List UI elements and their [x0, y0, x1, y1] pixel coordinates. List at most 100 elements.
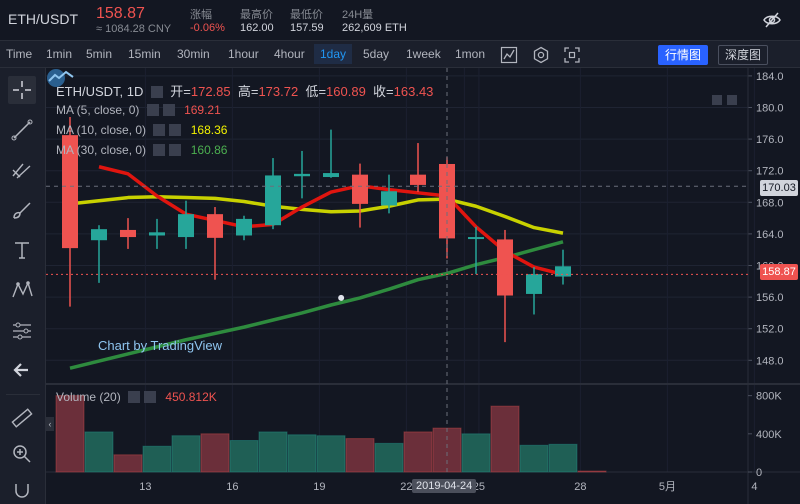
time-tick-label: 19	[313, 481, 325, 493]
eye-off-icon[interactable]	[762, 10, 782, 30]
volume-bar	[519, 444, 549, 473]
candle-up	[91, 229, 107, 241]
interval-4hour[interactable]: 4hour	[274, 47, 305, 61]
ma30-close-icon[interactable]	[169, 144, 182, 156]
ma30-settings-icon[interactable]	[153, 144, 166, 156]
candle-down	[352, 174, 368, 204]
interval-1hour[interactable]: 1hour	[228, 47, 259, 61]
ma30-marker	[338, 294, 345, 301]
back-tool[interactable]	[8, 356, 36, 384]
volume-tick-label: 0	[756, 467, 762, 479]
interval-30min[interactable]: 30min	[177, 47, 210, 61]
brush-icon	[13, 202, 31, 219]
price-tick-label: 164.0	[756, 229, 784, 241]
measure-tool[interactable]	[8, 316, 36, 344]
ma10-close-icon[interactable]	[169, 124, 182, 136]
volume-bar	[84, 431, 114, 473]
volume-bar	[229, 440, 259, 473]
magnet-icon	[15, 484, 29, 498]
measure-icon	[13, 322, 31, 340]
settings-icon[interactable]	[532, 46, 550, 64]
price-tick-label: 168.0	[756, 197, 784, 209]
volume-bar	[490, 405, 520, 473]
candle-up	[323, 173, 339, 178]
candle-up	[381, 191, 397, 206]
time-tick-label: 22	[400, 481, 412, 493]
ma10-settings-icon[interactable]	[153, 124, 166, 136]
interval-1min[interactable]: 1min	[46, 47, 72, 61]
watermark: Chart by TradingView	[98, 338, 223, 353]
symbol-name[interactable]: ETH/USDT	[8, 11, 78, 27]
volume-bar	[577, 470, 607, 473]
market-chart-button[interactable]: 行情图	[658, 45, 709, 65]
brush-tool[interactable]	[8, 196, 36, 224]
candle-up	[294, 173, 310, 177]
interval-time[interactable]: Time	[6, 47, 32, 61]
depth-chart-button[interactable]: 深度图	[718, 45, 769, 65]
volume-bar	[461, 433, 491, 473]
interval-5min[interactable]: 5min	[86, 47, 112, 61]
last-price-label: 158.87	[760, 264, 798, 280]
price-tick-label: 176.0	[756, 134, 784, 146]
price-tick-label: 172.0	[756, 166, 784, 178]
crosshair-tool[interactable]	[8, 76, 36, 104]
trend-line-tool[interactable]	[8, 116, 36, 144]
time-tick-label: 5月	[659, 481, 676, 493]
price-tick-label: 184.0	[756, 71, 784, 83]
crosshair-price-label: 170.03	[760, 180, 798, 196]
volume-bar	[113, 454, 143, 473]
ma30-legend: MA (30, close, 0) 160.86	[56, 143, 228, 157]
ma5-settings-icon[interactable]	[146, 104, 159, 116]
time-tick-label: 28	[574, 481, 586, 493]
interval-15min[interactable]: 15min	[128, 47, 161, 61]
stat-low-label: 最低价	[290, 9, 323, 21]
chart-area[interactable]: 148.0152.0156.0160.0164.0168.0172.0176.0…	[46, 68, 800, 504]
magnet-tool[interactable]	[8, 476, 36, 504]
interval-1mon[interactable]: 1mon	[455, 47, 485, 61]
candle-down	[497, 239, 513, 296]
collapse-toolbar-button[interactable]: ‹	[46, 417, 54, 431]
text-icon	[15, 242, 29, 259]
candle-up	[526, 274, 542, 294]
zoom-tool[interactable]	[8, 440, 36, 468]
candle-up	[149, 232, 165, 236]
price-tick-label: 180.0	[756, 103, 784, 115]
volume-value: 450.812K	[165, 390, 217, 404]
pattern-tool[interactable]	[8, 276, 36, 304]
fullscreen-icon[interactable]	[563, 46, 581, 64]
volume-bar	[548, 443, 578, 473]
fib-icon	[12, 163, 31, 179]
candle-up	[265, 175, 281, 226]
text-tool[interactable]	[8, 236, 36, 264]
tradingview-logo-icon	[47, 69, 74, 87]
ma30-value: 160.86	[190, 143, 228, 157]
stat-high-value: 162.00	[240, 22, 274, 34]
volume-tick-label: 800K	[756, 391, 782, 403]
stat-volume-value: 262,609 ETH	[342, 22, 407, 34]
interval-5day[interactable]: 5day	[363, 47, 389, 61]
tool-divider	[6, 394, 40, 395]
ruler-tool[interactable]	[8, 404, 36, 432]
fib-tool[interactable]	[8, 156, 36, 184]
chart-type-icon[interactable]	[500, 46, 518, 64]
stat-high-label: 最高价	[240, 9, 273, 21]
price-tick-label: 148.0	[756, 355, 784, 367]
candle-up	[236, 218, 252, 236]
stat-change-label: 涨幅	[190, 9, 212, 21]
ma5-legend: MA (5, close, 0) 169.21	[56, 103, 221, 117]
main-legend: ETH/USDT, 1D 开=172.85 高=173.72 低=160.89 …	[56, 84, 434, 99]
ma10-legend: MA (10, close, 0) 168.36	[56, 123, 228, 137]
scroll-right-icon	[727, 95, 737, 105]
stat-change-value: -0.06%	[190, 22, 225, 34]
volume-settings-icon[interactable]	[128, 391, 141, 403]
interval-1day[interactable]: 1day	[314, 44, 353, 64]
crosshair-icon	[13, 81, 31, 99]
legend-settings-icon[interactable]	[151, 86, 164, 98]
legend-open: 172.85	[190, 84, 231, 99]
volume-close-icon[interactable]	[144, 391, 157, 403]
volume-bar	[142, 445, 172, 473]
price-cny: ≈ 1084.28 CNY	[96, 23, 172, 35]
ma5-close-icon[interactable]	[162, 104, 175, 116]
volume-bar	[403, 431, 433, 473]
interval-1week[interactable]: 1week	[406, 47, 441, 61]
